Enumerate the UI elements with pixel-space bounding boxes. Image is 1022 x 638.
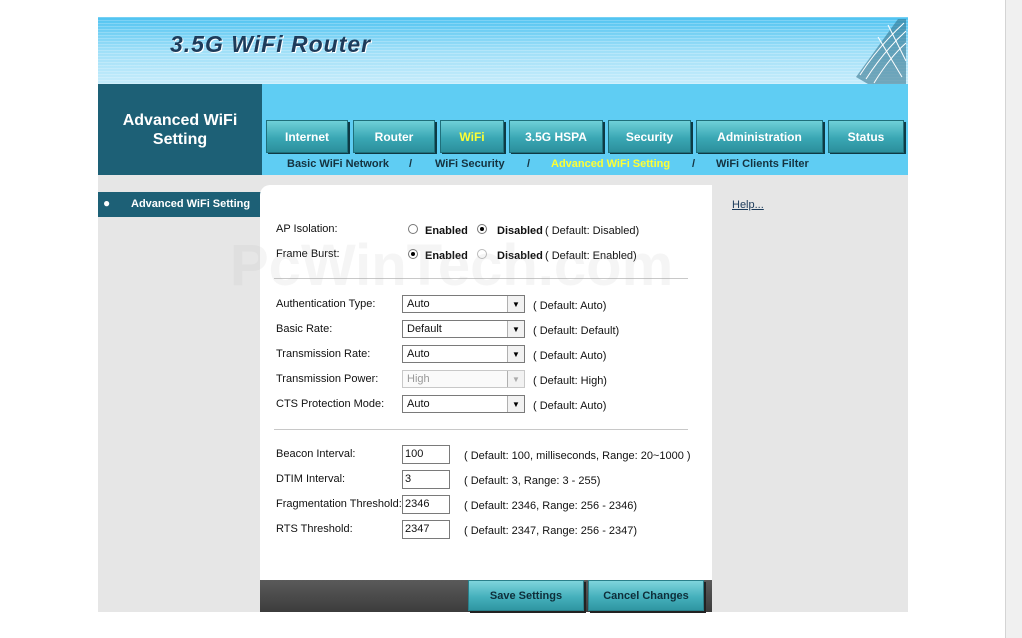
ap-isolation-disabled-label: Disabled xyxy=(497,225,543,237)
frame-burst-disabled-label: Disabled xyxy=(497,250,543,262)
basic-rate-label: Basic Rate: xyxy=(276,323,333,335)
frame-burst-enabled-label: Enabled xyxy=(425,250,468,262)
frag-threshold-input[interactable]: 2346 xyxy=(402,495,450,514)
settings-form: AP Isolation: Enabled Disabled ( Default… xyxy=(260,185,712,580)
ap-isolation-default-hint: ( Default: Disabled) xyxy=(545,225,640,237)
cancel-changes-button[interactable]: Cancel Changes xyxy=(588,580,704,611)
tab-status[interactable]: Status xyxy=(828,120,904,153)
chevron-down-icon: ▼ xyxy=(507,296,524,312)
subtab-basic-wifi-network[interactable]: Basic WiFi Network xyxy=(287,158,389,170)
tx-power-value: High xyxy=(407,373,430,385)
tx-rate-value: Auto xyxy=(407,348,430,360)
cts-mode-default-hint: ( Default: Auto) xyxy=(533,400,607,412)
chevron-down-icon: ▼ xyxy=(507,396,524,412)
sub-navigation: Basic WiFi Network / WiFi Security / Adv… xyxy=(262,154,908,175)
subtab-wifi-security[interactable]: WiFi Security xyxy=(435,158,505,170)
tx-power-default-hint: ( Default: High) xyxy=(533,375,607,387)
router-admin-page: 3.5G WiFi Router Advanced WiFi Setting I… xyxy=(98,17,908,612)
chevron-down-icon: ▼ xyxy=(507,321,524,337)
beacon-interval-label: Beacon Interval: xyxy=(276,448,356,460)
cts-mode-value: Auto xyxy=(407,398,430,410)
beacon-interval-default-hint: ( Default: 100, milliseconds, Range: 20~… xyxy=(464,450,691,462)
bullet-icon: ● xyxy=(103,196,111,210)
beacon-interval-input[interactable]: 100 xyxy=(402,445,450,464)
basic-rate-select[interactable]: Default ▼ xyxy=(402,320,525,338)
subnav-separator: / xyxy=(692,158,696,170)
cts-mode-label: CTS Protection Mode: xyxy=(276,398,385,410)
tx-rate-select[interactable]: Auto ▼ xyxy=(402,345,525,363)
router-title: 3.5G WiFi Router xyxy=(170,31,372,57)
dtim-interval-default-hint: ( Default: 3, Range: 3 - 255) xyxy=(464,475,601,487)
section-title: Advanced WiFi Setting xyxy=(98,84,262,175)
frag-threshold-label: Fragmentation Threshold: xyxy=(276,498,402,510)
tx-rate-label: Transmission Rate: xyxy=(276,348,371,360)
chevron-down-icon: ▼ xyxy=(507,346,524,362)
ap-isolation-disabled-radio[interactable] xyxy=(477,224,487,234)
rts-threshold-label: RTS Threshold: xyxy=(276,523,353,535)
dtim-interval-label: DTIM Interval: xyxy=(276,473,346,485)
tab-3-5g-hspa[interactable]: 3.5G HSPA xyxy=(509,120,603,153)
frame-burst-default-hint: ( Default: Enabled) xyxy=(545,250,637,262)
tx-power-label: Transmission Power: xyxy=(276,373,379,385)
frame-burst-label: Frame Burst: xyxy=(276,248,340,260)
tab-security[interactable]: Security xyxy=(608,120,691,153)
cts-mode-select[interactable]: Auto ▼ xyxy=(402,395,525,413)
save-settings-button[interactable]: Save Settings xyxy=(468,580,584,611)
basic-rate-value: Default xyxy=(407,323,442,335)
tab-internet[interactable]: Internet xyxy=(266,120,348,153)
sidebar-item-label: Advanced WiFi Setting xyxy=(131,198,251,210)
satellite-dish-icon xyxy=(856,19,907,84)
ap-isolation-enabled-label: Enabled xyxy=(425,225,468,237)
dtim-interval-input[interactable]: 3 xyxy=(402,470,450,489)
tab-wifi[interactable]: WiFi xyxy=(440,120,504,153)
tx-rate-default-hint: ( Default: Auto) xyxy=(533,350,607,362)
chevron-down-icon: ▼ xyxy=(507,371,524,387)
tx-power-select[interactable]: High ▼ xyxy=(402,370,525,388)
frame-burst-enabled-radio[interactable] xyxy=(408,249,418,259)
auth-type-default-hint: ( Default: Auto) xyxy=(533,300,607,312)
rts-threshold-input[interactable]: 2347 xyxy=(402,520,450,539)
subtab-wifi-clients-filter[interactable]: WiFi Clients Filter xyxy=(716,158,809,170)
tab-administration[interactable]: Administration xyxy=(696,120,823,153)
subnav-separator: / xyxy=(527,158,531,170)
auth-type-value: Auto xyxy=(407,298,430,310)
section-divider xyxy=(274,278,688,279)
auth-type-select[interactable]: Auto ▼ xyxy=(402,295,525,313)
auth-type-label: Authentication Type: xyxy=(276,298,376,310)
frame-burst-disabled-radio[interactable] xyxy=(477,249,487,259)
help-link[interactable]: Help... xyxy=(732,199,764,211)
ap-isolation-enabled-radio[interactable] xyxy=(408,224,418,234)
frag-threshold-default-hint: ( Default: 2346, Range: 256 - 2346) xyxy=(464,500,638,512)
section-divider xyxy=(274,429,688,430)
tab-router[interactable]: Router xyxy=(353,120,435,153)
basic-rate-default-hint: ( Default: Default) xyxy=(533,325,620,337)
left-sidebar xyxy=(98,187,262,612)
sidebar-item-advanced-wifi-setting[interactable]: ● Advanced WiFi Setting xyxy=(98,192,262,217)
subtab-advanced-wifi-setting[interactable]: Advanced WiFi Setting xyxy=(551,158,670,170)
header-banner: 3.5G WiFi Router xyxy=(98,17,908,84)
section-title-text: Advanced WiFi Setting xyxy=(122,111,238,148)
rts-threshold-default-hint: ( Default: 2347, Range: 256 - 2347) xyxy=(464,525,638,537)
window-scrollbar[interactable] xyxy=(1005,0,1022,638)
help-panel: Help... xyxy=(712,193,908,612)
ap-isolation-label: AP Isolation: xyxy=(276,223,338,235)
subnav-separator: / xyxy=(409,158,413,170)
main-navigation: Internet Router WiFi 3.5G HSPA Security … xyxy=(262,84,908,154)
